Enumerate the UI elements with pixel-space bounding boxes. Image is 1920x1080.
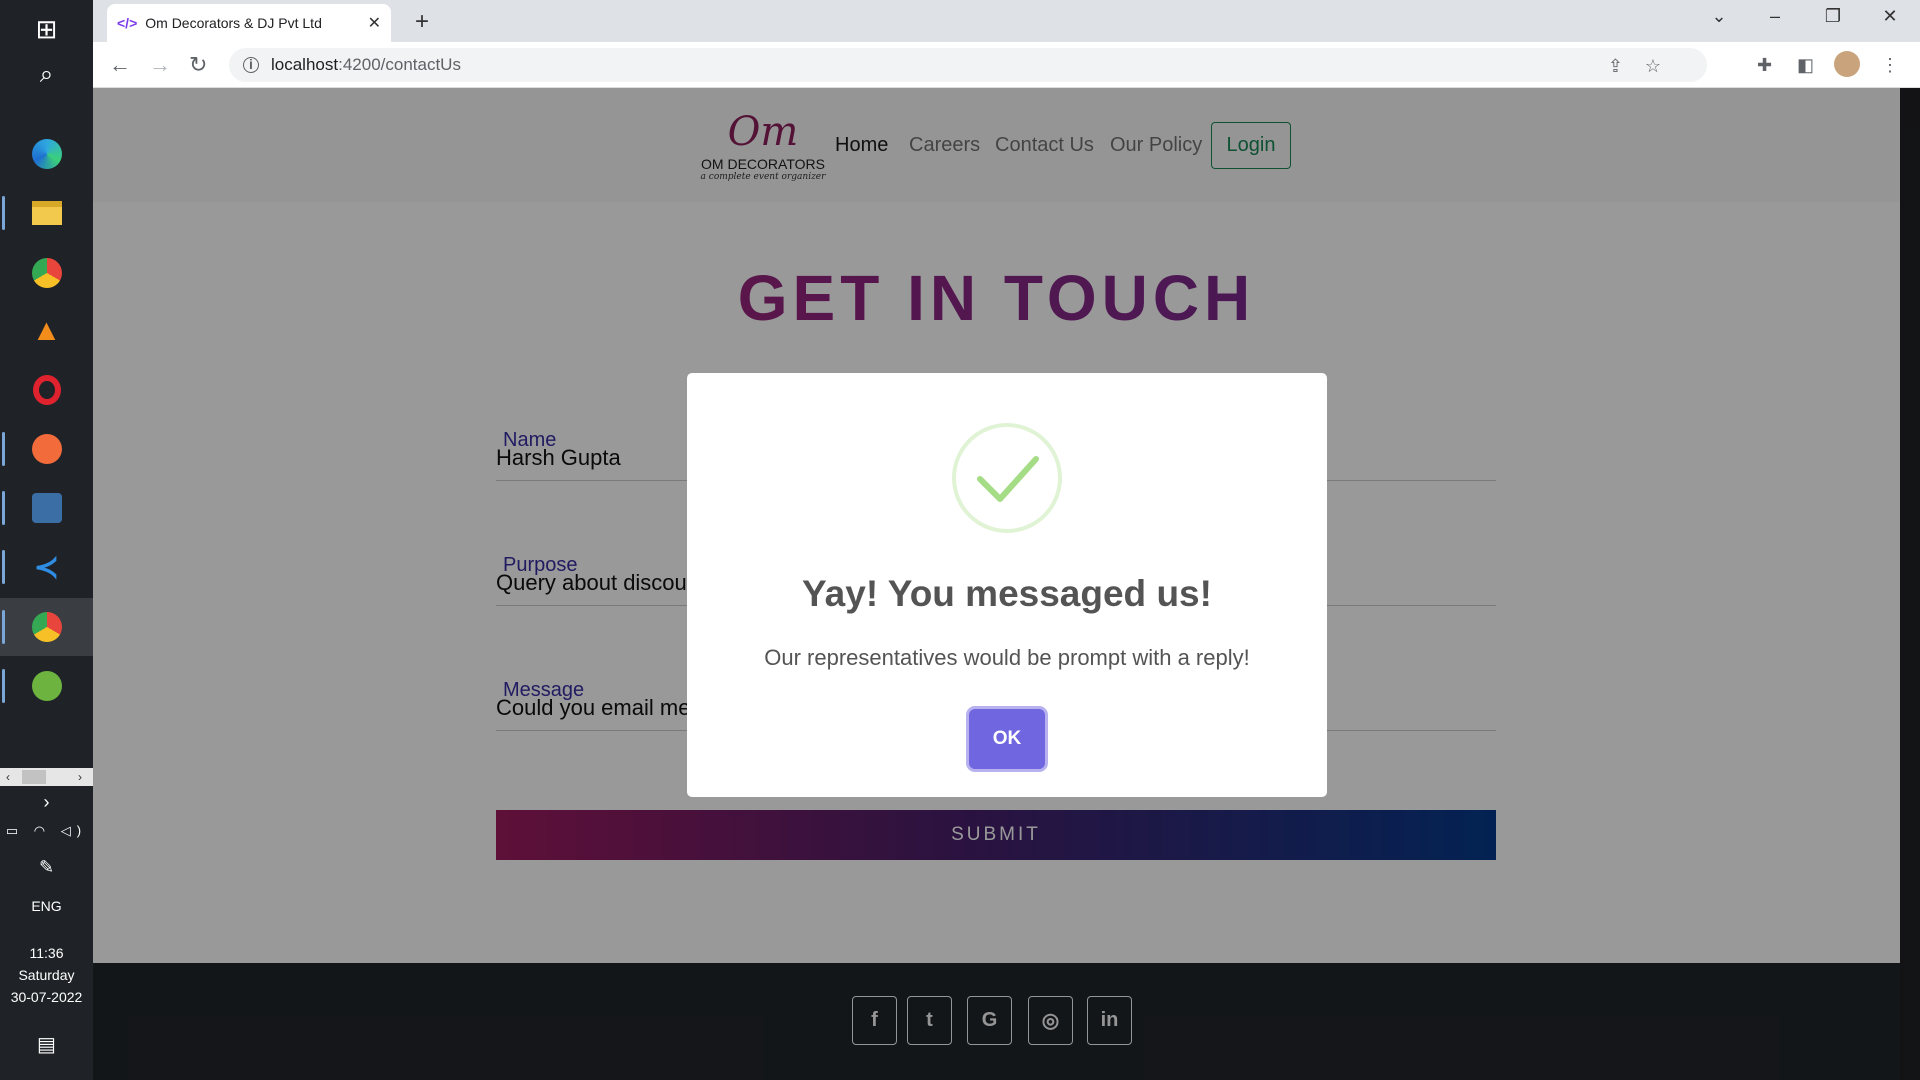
url-text[interactable]: localhost:4200/contactUs xyxy=(271,55,461,75)
menu-dots-icon[interactable]: ⋮ xyxy=(1881,55,1899,76)
code-icon: </> xyxy=(117,15,138,31)
address-bar[interactable]: i localhost:4200/contactUs ⇪ ☆ xyxy=(229,48,1707,82)
file-explorer-icon[interactable] xyxy=(0,184,93,242)
edge-icon[interactable] xyxy=(0,125,93,183)
dialog-text: Our representatives would be prompt with… xyxy=(764,645,1250,670)
tab-search-icon[interactable]: ⌄ xyxy=(1699,6,1739,27)
back-icon[interactable]: ← xyxy=(109,52,131,78)
extensions-icon[interactable]: ✚ xyxy=(1757,55,1772,76)
close-window-icon[interactable]: ✕ xyxy=(1870,6,1910,27)
tab-title: Om Decorators & DJ Pvt Ltd xyxy=(145,15,322,31)
chrome-icon[interactable] xyxy=(0,244,93,302)
ok-button[interactable]: OK xyxy=(969,709,1045,769)
chrome-profile-icon[interactable] xyxy=(0,598,93,656)
browser-toolbar: ← → ↻ i localhost:4200/contactUs ⇪ ☆ ✚ ◧… xyxy=(93,42,1920,88)
reload-icon[interactable]: ↻ xyxy=(189,52,207,78)
postman-icon[interactable] xyxy=(0,420,93,478)
browser-tabstrip: </> Om Decorators & DJ Pvt Ltd ✕ + ⌄ – ❐… xyxy=(93,0,1920,42)
clock-day: Saturday xyxy=(18,967,75,983)
url-path: :4200/contactUs xyxy=(338,55,461,74)
bookmark-star-icon[interactable]: ☆ xyxy=(1645,56,1661,77)
vscode-icon[interactable]: ≺ xyxy=(0,538,93,596)
restore-icon[interactable]: ❐ xyxy=(1813,6,1853,27)
language-indicator[interactable]: ENG xyxy=(0,898,93,914)
close-tab-icon[interactable]: ✕ xyxy=(368,13,381,33)
scroll-thumb[interactable] xyxy=(22,770,46,784)
side-panel-icon[interactable]: ◧ xyxy=(1797,55,1814,76)
spring-tool-icon[interactable] xyxy=(0,657,93,715)
scroll-right-icon[interactable]: › xyxy=(78,768,82,786)
forward-icon[interactable]: → xyxy=(149,52,171,78)
system-tray-icons[interactable]: ▭ ◠ ◁) xyxy=(0,823,93,839)
opera-icon[interactable] xyxy=(0,361,93,419)
minimize-icon[interactable]: – xyxy=(1755,6,1795,27)
clock-date: 30-07-2022 xyxy=(10,989,83,1005)
search-icon[interactable]: ⌕ xyxy=(0,46,93,104)
site-info-icon[interactable]: i xyxy=(243,57,259,73)
mysql-workbench-icon[interactable] xyxy=(0,479,93,537)
dialog-title: Yay! You messaged us! xyxy=(802,573,1212,614)
pen-icon[interactable]: ✎ xyxy=(0,857,93,878)
browser-tab[interactable]: </> Om Decorators & DJ Pvt Ltd ✕ xyxy=(107,4,391,42)
scroll-left-icon[interactable]: ‹ xyxy=(6,768,10,786)
url-host: localhost xyxy=(271,55,339,74)
success-dialog: Yay! You messaged us! Our representative… xyxy=(687,373,1327,797)
chevron-right-icon[interactable]: › xyxy=(0,792,93,813)
profile-avatar[interactable] xyxy=(1834,51,1860,77)
taskbar-scrollbar[interactable]: ‹ › xyxy=(0,768,93,786)
vlc-icon[interactable]: ▲ xyxy=(0,302,93,360)
share-icon[interactable]: ⇪ xyxy=(1608,56,1623,77)
clock-time[interactable]: 11:36 xyxy=(0,945,93,961)
windows-taskbar: ⊞ ⌕ ▲ ≺ ‹ › › ▭ ◠ ◁) ✎ ENG 11:36 Saturda… xyxy=(0,0,93,1080)
new-tab-icon[interactable]: + xyxy=(415,8,429,36)
success-check-icon xyxy=(952,423,1062,533)
notification-icon[interactable]: ▤ xyxy=(0,1032,93,1057)
